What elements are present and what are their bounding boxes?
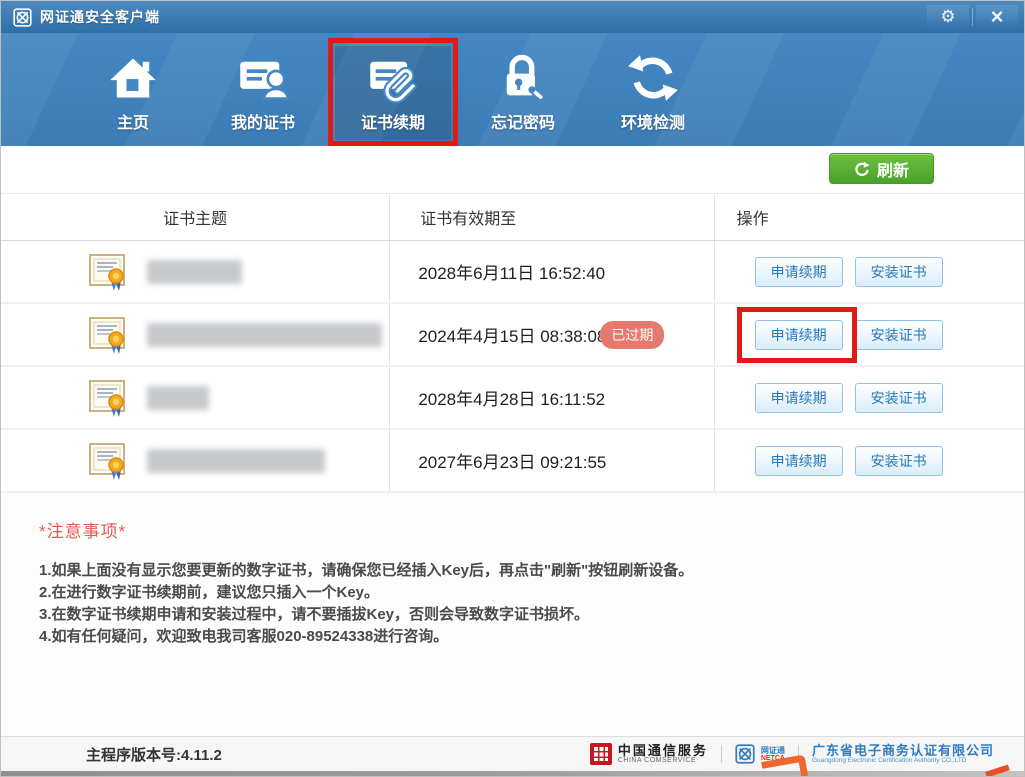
cell-subject <box>1 304 391 365</box>
logo-separator <box>720 745 722 763</box>
nav-label: 忘记密码 <box>490 115 555 132</box>
apply-renewal-button[interactable]: 申请续期 <box>754 256 843 287</box>
certificate-icon <box>89 316 129 354</box>
settings-gear-button[interactable]: ⚙ <box>927 5 969 29</box>
refresh-label: 刷新 <box>876 162 909 180</box>
cell-operations: 申请续期 安装证书 <box>715 367 1024 428</box>
apply-renewal-button[interactable]: 申请续期 <box>754 319 843 350</box>
netca-cn: 网证通 <box>760 746 785 755</box>
netca-client-window: 网证通安全客户端 ⚙ × 主页 我的证书 证书续期 忘记密码 环境检测 刷新 证… <box>0 0 1025 777</box>
nav-label: 环境检测 <box>620 115 685 132</box>
certificate-renewal-icon <box>367 52 419 104</box>
refresh-button[interactable]: 刷新 <box>829 153 934 184</box>
notes-section: *注意事项* 1.如果上面没有显示您要更新的数字证书，请确保您已经插入Key后，… <box>1 493 1024 736</box>
redacted-subject <box>147 322 382 347</box>
gdca-logo: 广东省电子商务认证有限公司 Guangdong Electronic Certi… <box>812 744 994 764</box>
forgot-password-icon <box>497 52 549 104</box>
toolbar: 刷新 <box>1 146 1024 193</box>
nav-item-environment-check[interactable]: 环境检测 <box>595 46 711 140</box>
expired-badge: 已过期 <box>600 320 665 349</box>
version-label: 主程序版本号:4.11.2 <box>86 746 222 764</box>
environment-check-icon <box>627 52 679 104</box>
china-comservice-en: CHINA COMSERVICE <box>617 757 697 764</box>
cell-valid-until: 2028年6月11日 16:52:40 <box>390 241 715 302</box>
titlebar-separator <box>972 8 973 26</box>
gdca-cn: 广东省电子商务认证有限公司 <box>811 743 994 758</box>
note-item: 2.在进行数字证书续期前，建议您只插入一个Key。 <box>39 584 380 601</box>
install-certificate-button[interactable]: 安装证书 <box>854 382 943 413</box>
china-comservice-cn: 中国通信服务 <box>617 743 708 758</box>
note-item: 4.如有任何疑问，欢迎致电我司客服020-89524338进行咨询。 <box>39 628 449 645</box>
apply-renewal-button[interactable]: 申请续期 <box>754 382 843 413</box>
home-icon <box>107 52 159 104</box>
expiry-date: 2027年6月23日 09:21:55 <box>418 453 607 472</box>
cell-subject <box>1 430 391 491</box>
note-item: 1.如果上面没有显示您要更新的数字证书，请确保您已经插入Key后，再点击"刷新"… <box>39 562 694 579</box>
header-valid-until: 证书有效期至 <box>390 194 715 240</box>
nav-label: 我的证书 <box>230 115 295 132</box>
table-row: 2027年6月23日 09:21:55 申请续期 安装证书 <box>1 430 1024 493</box>
cell-valid-until: 2024年4月15日 08:38:08 已过期 <box>390 304 715 365</box>
cell-operations: 申请续期 安装证书 <box>715 241 1024 302</box>
cell-operations: 申请续期 安装证书 <box>715 304 1024 365</box>
note-item: 3.在数字证书续期申请和安装过程中，请不要插拔Key，否则会导致数字证书损坏。 <box>39 606 590 623</box>
app-logo-icon <box>13 8 32 27</box>
table-row: 2028年4月28日 16:11:52 申请续期 安装证书 <box>1 367 1024 430</box>
nav-item-my-certificates[interactable]: 我的证书 <box>205 46 321 140</box>
certificate-icon <box>89 253 129 291</box>
nav-item-forgot-password[interactable]: 忘记密码 <box>465 46 581 140</box>
certificate-icon <box>89 442 129 480</box>
install-certificate-button[interactable]: 安装证书 <box>854 445 943 476</box>
close-icon: × <box>990 4 1004 29</box>
refresh-icon <box>854 161 870 177</box>
nav-item-home[interactable]: 主页 <box>75 46 191 140</box>
window-bottom-edge <box>1 771 1024 776</box>
expiry-date: 2028年6月11日 16:52:40 <box>418 264 606 283</box>
china-comservice-icon <box>590 743 612 765</box>
china-comservice-logo: 中国通信服务 CHINA COMSERVICE <box>590 743 708 765</box>
expiry-date: 2024年4月15日 08:38:08 <box>418 327 607 346</box>
install-certificate-button[interactable]: 安装证书 <box>854 256 943 287</box>
certificate-icon <box>89 379 129 417</box>
redacted-subject <box>147 448 325 473</box>
expiry-date: 2028年4月28日 16:11:52 <box>418 390 606 409</box>
netca-icon <box>735 744 755 764</box>
main-navigation: 主页 我的证书 证书续期 忘记密码 环境检测 <box>1 33 1024 146</box>
nav-label: 主页 <box>116 115 149 132</box>
cell-subject <box>1 367 391 428</box>
table-row: 2028年6月11日 16:52:40 申请续期 安装证书 <box>1 241 1024 304</box>
header-certificate-subject: 证书主题 <box>1 194 391 240</box>
footer: 主程序版本号:4.11.2 中国通信服务 CHINA COMSERVICE 网证… <box>1 736 1024 771</box>
header-operations: 操作 <box>736 211 769 228</box>
gear-icon: ⚙ <box>940 7 956 26</box>
nav-item-certificate-renewal[interactable]: 证书续期 <box>328 38 458 146</box>
apply-renewal-button[interactable]: 申请续期 <box>754 445 843 476</box>
cell-subject <box>1 241 391 302</box>
redacted-subject <box>147 259 242 284</box>
my-certificates-icon <box>237 52 289 104</box>
install-certificate-button[interactable]: 安装证书 <box>854 319 943 350</box>
table-row: 2024年4月15日 08:38:08 已过期 申请续期 安装证书 <box>1 304 1024 367</box>
notes-title: *注意事项* <box>39 522 127 541</box>
certificate-table-header: 证书主题 证书有效期至 操作 <box>1 193 1024 241</box>
close-button[interactable]: × <box>976 5 1018 29</box>
cell-valid-until: 2028年4月28日 16:11:52 <box>390 367 715 428</box>
window-controls: ⚙ × <box>927 1 1018 33</box>
window-title: 网证通安全客户端 <box>40 9 160 25</box>
gdca-en: Guangdong Electronic Certification Autho… <box>811 757 967 764</box>
titlebar: 网证通安全客户端 ⚙ × <box>1 1 1024 33</box>
cell-operations: 申请续期 安装证书 <box>715 430 1024 491</box>
redacted-subject <box>147 385 209 410</box>
cell-valid-until: 2027年6月23日 09:21:55 <box>390 430 715 491</box>
nav-label: 证书续期 <box>360 115 425 132</box>
